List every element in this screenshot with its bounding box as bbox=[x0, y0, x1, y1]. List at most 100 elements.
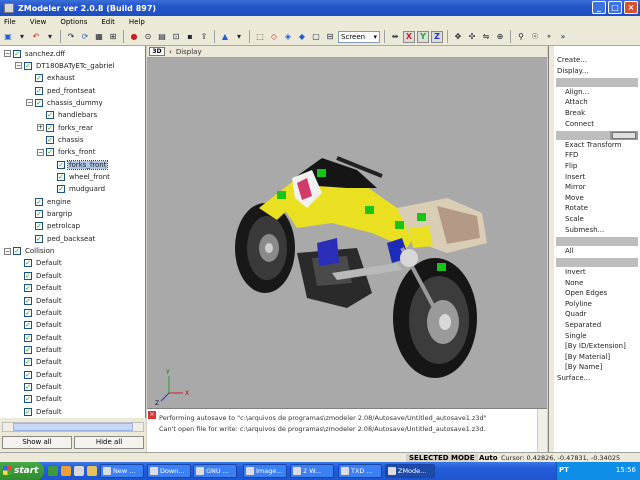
tree-item[interactable]: ✓ exhaust bbox=[26, 73, 76, 84]
command-item[interactable]: None bbox=[565, 279, 583, 287]
axis-x-button[interactable]: X bbox=[403, 30, 415, 43]
command-item[interactable]: [By Name] bbox=[565, 363, 602, 371]
visibility-checkbox[interactable]: ✓ bbox=[24, 395, 32, 404]
export-icon[interactable]: ⇪ bbox=[198, 31, 210, 43]
center-icon[interactable]: ⊕ bbox=[494, 31, 506, 43]
tree-item[interactable]: ✓ wheel_front bbox=[48, 172, 111, 183]
visibility-checkbox[interactable]: ✓ bbox=[46, 111, 54, 120]
coord-system-select[interactable]: Screen bbox=[338, 30, 380, 43]
vertex-mode-icon[interactable]: ◇ bbox=[268, 31, 280, 43]
tree-item[interactable]: ✓ mudguard bbox=[48, 184, 106, 195]
tree-item[interactable]: ✓ Default bbox=[15, 381, 63, 392]
mirror-icon[interactable]: ⇋ bbox=[480, 31, 492, 43]
tree-item[interactable]: ✓ Default bbox=[15, 357, 63, 368]
command-item[interactable]: Flip bbox=[565, 162, 577, 170]
grid-icon[interactable]: ▦ bbox=[93, 31, 105, 43]
visibility-checkbox[interactable]: ✓ bbox=[24, 370, 32, 379]
auto-status[interactable]: Auto bbox=[479, 454, 498, 462]
edge-mode-icon[interactable]: ◈ bbox=[282, 31, 294, 43]
dropdown-icon[interactable]: ▾ bbox=[44, 31, 56, 43]
quicklaunch-browser-icon[interactable] bbox=[48, 466, 58, 476]
tree-item[interactable]: ✓ chassis bbox=[37, 134, 84, 145]
visibility-checkbox[interactable]: ✓ bbox=[57, 185, 65, 194]
chevron-left-icon[interactable]: ‹ bbox=[169, 48, 172, 56]
visibility-checkbox[interactable]: ✓ bbox=[24, 308, 32, 317]
command-item[interactable]: Scale bbox=[565, 215, 584, 223]
language-indicator[interactable]: PT bbox=[559, 466, 569, 474]
menu-view[interactable]: View bbox=[30, 18, 47, 26]
command-item[interactable]: Align... bbox=[565, 88, 589, 96]
tree-item[interactable]: ✓ Default bbox=[15, 394, 63, 405]
visibility-checkbox[interactable]: ✓ bbox=[46, 148, 54, 157]
axis-y-button[interactable]: Y bbox=[417, 30, 429, 43]
taskbar-window-button[interactable]: Image... bbox=[243, 464, 287, 478]
command-item[interactable]: Invert bbox=[565, 268, 586, 276]
command-item[interactable]: Create... bbox=[557, 56, 587, 64]
command-group-header[interactable] bbox=[556, 237, 638, 247]
command-item[interactable]: Open Edges bbox=[565, 289, 607, 297]
tree-item[interactable]: − ✓ chassis_dummy bbox=[26, 97, 104, 108]
open-icon[interactable]: ▾ bbox=[16, 31, 28, 43]
visibility-checkbox[interactable]: ✓ bbox=[35, 197, 43, 206]
command-item[interactable]: Rotate bbox=[565, 204, 588, 212]
pivot-icon[interactable]: ✣ bbox=[466, 31, 478, 43]
visibility-checkbox[interactable]: ✓ bbox=[24, 407, 32, 416]
axis-z-button[interactable]: Z bbox=[431, 30, 443, 43]
menu-help[interactable]: Help bbox=[129, 18, 145, 26]
walk-icon[interactable]: ⚲ bbox=[515, 31, 527, 43]
visibility-checkbox[interactable]: ✓ bbox=[24, 333, 32, 342]
command-item[interactable]: All bbox=[565, 247, 574, 255]
visibility-checkbox[interactable]: ✓ bbox=[35, 210, 43, 219]
command-group-header[interactable] bbox=[556, 78, 638, 88]
tree-item[interactable]: − ✓ Collision bbox=[4, 246, 55, 257]
object-mode-icon[interactable]: ▢ bbox=[310, 31, 322, 43]
command-item[interactable]: Mirror bbox=[565, 183, 586, 191]
tree-item[interactable]: ✓ Default bbox=[15, 369, 63, 380]
command-item[interactable]: Display... bbox=[557, 67, 588, 75]
visibility-checkbox[interactable]: ✓ bbox=[46, 123, 54, 132]
collapse-icon[interactable]: − bbox=[4, 247, 11, 255]
show-all-button[interactable]: Show all bbox=[2, 436, 72, 449]
command-item[interactable]: Break bbox=[565, 109, 585, 117]
command-item[interactable]: Attach bbox=[565, 98, 588, 106]
tree-item[interactable]: + ✓ forks_rear bbox=[37, 122, 94, 133]
taskbar-window-button[interactable]: TXD ... bbox=[338, 464, 382, 478]
visibility-checkbox[interactable]: ✓ bbox=[24, 296, 32, 305]
visibility-checkbox[interactable]: ✓ bbox=[35, 98, 43, 107]
tree-item[interactable]: ✓ bargrip bbox=[26, 209, 73, 220]
tree-item[interactable]: ✓ handlebars bbox=[37, 110, 98, 121]
tree-item[interactable]: ✓ engine bbox=[26, 196, 72, 207]
visibility-checkbox[interactable]: ✓ bbox=[24, 321, 32, 330]
undo-icon[interactable]: ↶ bbox=[30, 31, 42, 43]
save-icon[interactable]: ▪ bbox=[184, 31, 196, 43]
visibility-checkbox[interactable]: ✓ bbox=[35, 86, 43, 95]
taskbar-window-button[interactable]: New ... bbox=[100, 464, 144, 478]
visibility-checkbox[interactable]: ✓ bbox=[24, 345, 32, 354]
record-icon[interactable]: ● bbox=[128, 31, 140, 43]
command-item[interactable]: Separated bbox=[565, 321, 601, 329]
command-item[interactable]: FFD bbox=[565, 151, 578, 159]
command-group-header[interactable] bbox=[556, 258, 638, 268]
tree-item[interactable]: ✓ Default bbox=[15, 258, 63, 269]
hide-all-button[interactable]: Hide all bbox=[74, 436, 144, 449]
visibility-checkbox[interactable]: ✓ bbox=[24, 284, 32, 293]
tree-item[interactable]: ✓ Default bbox=[15, 270, 63, 281]
visibility-checkbox[interactable]: ✓ bbox=[24, 382, 32, 391]
command-item[interactable]: Single bbox=[565, 332, 587, 340]
visibility-checkbox[interactable]: ✓ bbox=[24, 259, 32, 268]
start-button[interactable]: start bbox=[0, 462, 44, 480]
visibility-checkbox[interactable]: ✓ bbox=[13, 49, 21, 58]
tree-item[interactable]: ✓ petrolcap bbox=[26, 221, 81, 232]
viewport-3d-tag[interactable]: 3D bbox=[149, 47, 165, 56]
taskbar-window-button[interactable]: 2 W... bbox=[290, 464, 334, 478]
zoom-icon[interactable]: ⚬ bbox=[543, 31, 555, 43]
taskbar-window-button[interactable]: ZMode... bbox=[385, 464, 435, 478]
taskbar-window-button[interactable]: Down... bbox=[147, 464, 191, 478]
lock-icon[interactable]: ⊡ bbox=[170, 31, 182, 43]
command-item[interactable]: Polyline bbox=[565, 300, 592, 308]
command-item[interactable]: Move bbox=[565, 194, 584, 202]
tree-item[interactable]: ✓ Default bbox=[15, 307, 63, 318]
command-item[interactable]: [By ID/Extension] bbox=[565, 342, 626, 350]
visibility-checkbox[interactable]: ✓ bbox=[35, 222, 43, 231]
expand-icon[interactable]: + bbox=[37, 124, 44, 132]
